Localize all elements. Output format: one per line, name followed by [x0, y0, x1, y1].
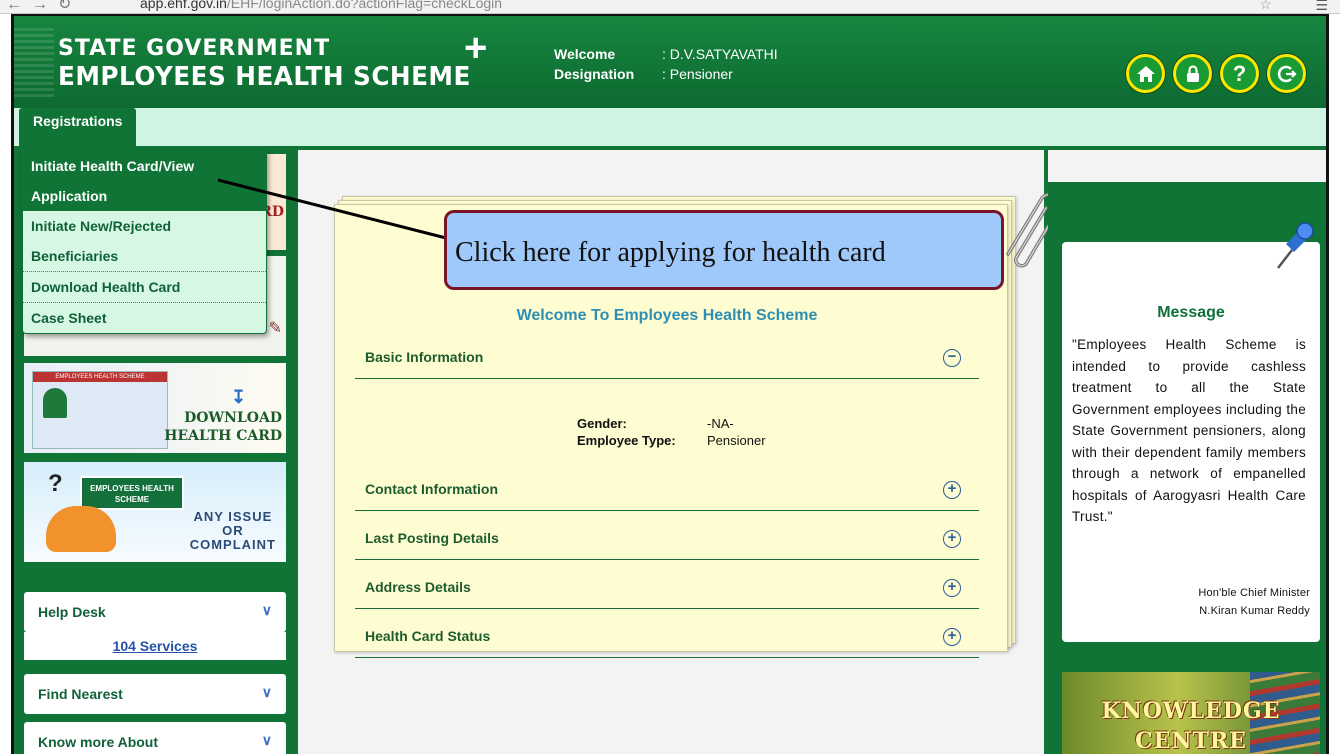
site-header: STATE GOVERNMENT EMPLOYEES HEALTH SCHEME…: [14, 16, 1326, 108]
chevron-down-icon: ∨: [261, 732, 272, 748]
employee-type-label: Employee Type:: [577, 433, 676, 448]
expand-icon[interactable]: +: [943, 481, 961, 499]
section-label: Last Posting Details: [365, 530, 499, 546]
registrations-dropdown-menu: Initiate Health Card/View Application In…: [22, 150, 267, 334]
question-icon: ?: [48, 470, 63, 497]
tab-bar: Registrations: [14, 108, 1326, 146]
welcome-value: : D.V.SATYAVATHI: [662, 46, 778, 62]
section-label: Address Details: [365, 579, 471, 595]
services-104-link[interactable]: 104 Services: [24, 632, 286, 660]
section-label: Contact Information: [365, 481, 498, 497]
figure-illustration: [46, 506, 116, 552]
section-contact-information[interactable]: Contact Information +: [355, 463, 979, 511]
gender-value: -NA-: [707, 416, 734, 431]
gender-label: Gender:: [577, 416, 627, 431]
logo-line1: STATE GOVERNMENT: [58, 36, 331, 61]
callout-annotation: Click here for applying for health card: [444, 210, 1004, 290]
promo-mid-mark: ✎: [268, 320, 282, 337]
help-icon[interactable]: ?: [1220, 54, 1259, 93]
message-title: Message: [1157, 304, 1225, 321]
expand-icon[interactable]: +: [943, 628, 961, 646]
find-nearest-accordion[interactable]: Find Nearest ∨: [24, 674, 286, 714]
know-more-accordion[interactable]: Know more About ∨: [24, 722, 286, 754]
issue-text: ANY ISSUE OR COMPLAINT: [189, 509, 276, 552]
expand-icon[interactable]: +: [943, 530, 961, 548]
lock-icon[interactable]: [1173, 54, 1212, 93]
download-health-card-banner[interactable]: EMPLOYEES HEALTH SCHEME ↧ DOWNLOAD HEALT…: [24, 363, 286, 453]
find-nearest-label: Find Nearest: [38, 686, 123, 702]
home-icon[interactable]: [1126, 54, 1165, 93]
help-desk-label: Help Desk: [38, 604, 106, 620]
message-box: Message "Employees Health Scheme is inte…: [1062, 222, 1320, 642]
person-icon: [43, 388, 67, 418]
right-panel: Message "Employees Health Scheme is inte…: [1048, 150, 1326, 754]
section-last-posting-details[interactable]: Last Posting Details +: [355, 512, 979, 560]
health-card-band: EMPLOYEES HEALTH SCHEME: [33, 372, 167, 382]
logo-plus-icon: +: [464, 26, 488, 70]
menu-item-initiate-new-rejected[interactable]: Initiate New/Rejected Beneficiaries: [23, 211, 266, 272]
download-arrow-icon: ↧: [231, 387, 247, 407]
issue-badge: EMPLOYEES HEALTH SCHEME: [80, 476, 184, 510]
logo-line2: EMPLOYEES HEALTH SCHEME: [58, 62, 471, 92]
basic-info-details: Gender: -NA- Employee Type: Pensioner: [577, 415, 766, 449]
user-info: Welcome : D.V.SATYAVATHI Designation : Pen…: [554, 44, 778, 84]
expand-icon[interactable]: +: [943, 579, 961, 597]
know-more-label: Know more About: [38, 734, 159, 750]
menu-item-initiate-health-card[interactable]: Initiate Health Card/View Application: [23, 151, 266, 211]
employee-type-value: Pensioner: [707, 433, 766, 448]
chevron-down-icon: ∨: [261, 684, 272, 700]
message-body: "Employees Health Scheme is intended to …: [1072, 337, 1306, 524]
knowledge-line2: CENTRE: [1135, 728, 1247, 754]
section-address-details[interactable]: Address Details +: [355, 561, 979, 609]
issue-complaint-banner[interactable]: ? EMPLOYEES HEALTH SCHEME ANY ISSUE OR C…: [24, 462, 286, 562]
welcome-label: Welcome: [554, 46, 616, 62]
browser-url[interactable]: app.ehf.gov.in/EHF/loginAction.do?action…: [140, 0, 502, 11]
header-actions: ?: [1126, 54, 1306, 93]
logo-decoration: [14, 28, 54, 98]
logout-icon[interactable]: [1267, 54, 1306, 93]
knowledge-centre-banner[interactable]: KNOWLEDGE CENTRE: [1062, 672, 1320, 754]
designation-value: : Pensioner: [662, 66, 733, 82]
signature-name: N.Kiran Kumar Reddy: [1199, 605, 1310, 617]
section-label: Health Card Status: [365, 628, 491, 644]
menu-item-case-sheet[interactable]: Case Sheet: [23, 303, 266, 333]
tab-registrations[interactable]: Registrations: [19, 108, 137, 146]
section-basic-information[interactable]: Basic Information −: [355, 331, 979, 379]
menu-item-download-health-card[interactable]: Download Health Card: [23, 272, 266, 303]
collapse-icon[interactable]: −: [943, 349, 961, 367]
browser-menu-icon[interactable]: ☰: [1315, 0, 1328, 13]
knowledge-line1: KNOWLEDGE: [1101, 698, 1281, 724]
message-signature: Hon'ble Chief Minister N.Kiran Kumar Red…: [1198, 584, 1310, 620]
browser-nav-icons[interactable]: ←→↻: [6, 0, 81, 13]
health-card-image: EMPLOYEES HEALTH SCHEME: [32, 371, 168, 449]
welcome-title: Welcome To Employees Health Scheme: [516, 307, 818, 324]
signature-title: Hon'ble Chief Minister: [1198, 587, 1310, 599]
pushpin-icon: [1277, 222, 1314, 269]
designation-label: Designation: [554, 66, 635, 82]
section-health-card-status[interactable]: Health Card Status +: [355, 610, 979, 658]
page-frame: STATE GOVERNMENT EMPLOYEES HEALTH SCHEME…: [11, 14, 1329, 754]
bookmark-star-icon[interactable]: ☆: [1259, 0, 1272, 13]
help-desk-accordion[interactable]: Help Desk ∨: [24, 592, 286, 632]
chevron-down-icon: ∨: [261, 602, 272, 618]
section-label: Basic Information: [365, 349, 484, 365]
download-card-text: DOWNLOAD HEALTH CARD: [164, 410, 282, 444]
browser-address-bar: ←→↻ app.ehf.gov.in/EHF/loginAction.do?ac…: [0, 0, 1340, 14]
